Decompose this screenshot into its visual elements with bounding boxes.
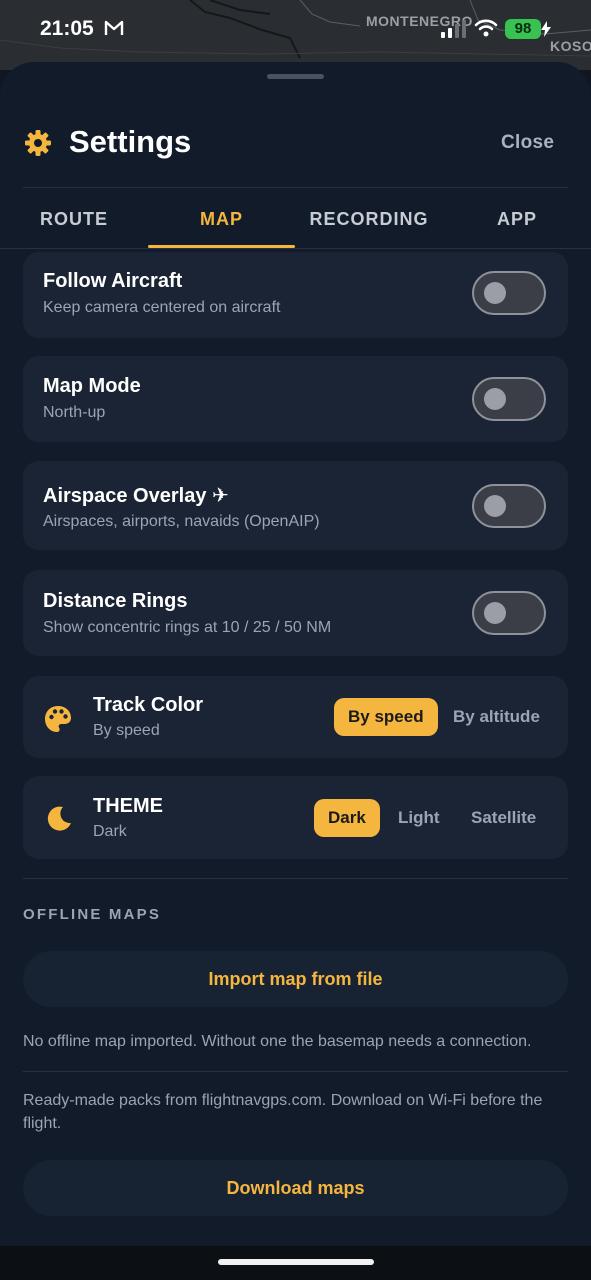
follow-aircraft-toggle[interactable]	[472, 271, 546, 315]
page-title: Settings	[69, 124, 192, 159]
distance-rings-title: Distance Rings	[43, 590, 188, 612]
theme-title: THEME	[93, 795, 163, 817]
track-color-subtitle: By speed	[93, 722, 160, 739]
track-color-by-speed-option[interactable]: By speed	[334, 698, 438, 736]
follow-aircraft-subtitle: Keep camera centered on aircraft	[43, 299, 281, 316]
gmail-icon	[104, 20, 124, 41]
airspace-overlay-subtitle: Airspaces, airports, navaids (OpenAIP)	[43, 513, 320, 530]
map-mode-toggle[interactable]	[472, 377, 546, 421]
airspace-overlay-title: Airspace Overlay ✈	[43, 485, 229, 507]
wifi-icon	[474, 18, 498, 43]
airspace-overlay-card: Airspace Overlay ✈ Airspaces, airports, …	[23, 461, 568, 550]
airspace-overlay-toggle[interactable]	[472, 484, 546, 528]
theme-satellite-option[interactable]: Satellite	[471, 799, 536, 837]
charging-bolt-icon	[541, 21, 551, 42]
theme-dark-option[interactable]: Dark	[314, 799, 380, 837]
theme-subtitle: Dark	[93, 823, 127, 840]
track-color-title: Track Color	[93, 694, 204, 716]
tab-app[interactable]: APP	[443, 188, 591, 248]
packs-divider	[23, 1071, 568, 1072]
map-mode-title: Map Mode	[43, 375, 141, 397]
settings-tabs: ROUTE MAP RECORDING APP	[0, 188, 591, 250]
track-color-card: Track Color By speed By speed By altitud…	[23, 676, 568, 758]
cellular-signal-icon	[441, 20, 467, 43]
distance-rings-subtitle: Show concentric rings at 10 / 25 / 50 NM	[43, 619, 332, 636]
battery-indicator: 98	[505, 19, 541, 39]
map-mode-card: Map Mode North-up	[23, 356, 568, 442]
toggle-knob	[484, 388, 506, 410]
theme-card: THEME Dark Dark Light Satellite	[23, 776, 568, 859]
follow-aircraft-title: Follow Aircraft	[43, 270, 183, 292]
tabs-divider	[0, 248, 591, 249]
offline-maps-divider	[23, 878, 568, 879]
theme-light-option[interactable]: Light	[398, 799, 440, 837]
offline-maps-section-label: OFFLINE MAPS	[23, 906, 162, 923]
palette-icon	[43, 704, 73, 739]
toggle-knob	[484, 282, 506, 304]
import-map-button[interactable]: Import map from file	[23, 951, 568, 1007]
map-label-kosovo: KOSO	[550, 38, 591, 54]
sheet-grabber[interactable]	[267, 74, 324, 79]
distance-rings-toggle[interactable]	[472, 591, 546, 635]
moon-icon	[45, 804, 73, 837]
follow-aircraft-card: Follow Aircraft Keep camera centered on …	[23, 252, 568, 338]
tab-map[interactable]: MAP	[148, 188, 295, 248]
tab-recording[interactable]: RECORDING	[295, 188, 443, 248]
toggle-knob	[484, 495, 506, 517]
distance-rings-card: Distance Rings Show concentric rings at …	[23, 570, 568, 656]
track-color-by-altitude-option[interactable]: By altitude	[453, 698, 540, 736]
settings-header: Settings Close	[0, 120, 591, 168]
gear-icon	[24, 129, 52, 162]
import-status-note: No offline map imported. Without one the…	[23, 1033, 532, 1050]
packs-note: Ready-made packs from flightnavgps.com. …	[23, 1092, 543, 1132]
tab-route[interactable]: ROUTE	[0, 188, 148, 248]
toggle-knob	[484, 602, 506, 624]
settings-sheet: Settings Close ROUTE MAP RECORDING APP F…	[0, 62, 591, 1252]
status-bar: 21:05 MONTENEGRO KOSO 98	[0, 0, 591, 60]
download-maps-button[interactable]: Download maps	[23, 1160, 568, 1216]
home-indicator[interactable]	[218, 1259, 374, 1265]
close-button[interactable]: Close	[501, 132, 554, 154]
map-mode-subtitle: North-up	[43, 404, 106, 421]
bottom-bar	[0, 1246, 591, 1280]
status-time: 21:05	[40, 17, 94, 40]
